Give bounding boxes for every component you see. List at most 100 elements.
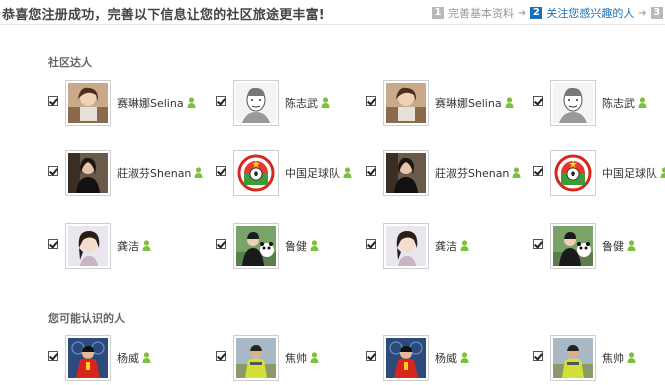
user-name[interactable]: 莊淑芬Shenan — [117, 167, 191, 180]
follow-checkbox[interactable] — [366, 351, 376, 361]
follow-checkbox[interactable] — [366, 239, 376, 249]
user-name[interactable]: 中国足球队 — [602, 167, 657, 180]
person-icon — [194, 167, 203, 181]
user-name[interactable]: 焦帅 — [285, 352, 307, 365]
user-name[interactable]: 莊淑芬Shenan — [435, 167, 509, 180]
user-card: 陈志武 — [216, 80, 376, 126]
follow-checkbox[interactable] — [216, 96, 226, 106]
avatar[interactable] — [65, 223, 111, 269]
user-name[interactable]: 赛琳娜Selina — [117, 97, 184, 110]
user-name-link[interactable]: 莊淑芬Shenan — [435, 165, 521, 181]
user-name-link[interactable]: 焦帅 — [602, 350, 636, 366]
user-card: 杨威 — [366, 335, 526, 381]
person-icon — [627, 240, 636, 254]
avatar[interactable] — [65, 335, 111, 381]
user-name-link[interactable]: 中国足球队 — [285, 165, 352, 181]
person-icon — [187, 97, 196, 111]
user-name[interactable]: 杨威 — [435, 352, 457, 365]
user-name-link[interactable]: 龚洁 — [117, 238, 151, 254]
person-icon — [505, 97, 514, 111]
person-icon — [460, 352, 469, 366]
user-name[interactable]: 赛琳娜Selina — [435, 97, 502, 110]
user-card: 龚洁 — [48, 223, 208, 269]
step-3-number: 3 — [650, 7, 663, 19]
user-name-link[interactable]: 龚洁 — [435, 238, 469, 254]
avatar[interactable] — [550, 335, 596, 381]
user-name-link[interactable]: 赛琳娜Selina — [435, 95, 514, 111]
avatar[interactable] — [383, 335, 429, 381]
user-card: 赛琳娜Selina — [48, 80, 208, 126]
avatar[interactable] — [383, 150, 429, 196]
user-name-link[interactable]: 杨威 — [117, 350, 151, 366]
user-card: 莊淑芬Shenan — [48, 150, 208, 196]
follow-checkbox[interactable] — [216, 351, 226, 361]
user-name[interactable]: 中国足球队 — [285, 167, 340, 180]
step-2-number: 2 — [530, 7, 543, 19]
user-name[interactable]: 龚洁 — [117, 240, 139, 253]
section-title: 您可能认识的人 — [48, 312, 125, 325]
user-name-link[interactable]: 赛琳娜Selina — [117, 95, 196, 111]
follow-checkbox[interactable] — [533, 166, 543, 176]
user-card: 鲁健 — [533, 223, 665, 269]
follow-checkbox[interactable] — [533, 351, 543, 361]
avatar[interactable] — [550, 80, 596, 126]
follow-checkbox[interactable] — [533, 239, 543, 249]
avatar[interactable] — [65, 80, 111, 126]
user-name-link[interactable]: 中国足球队 — [602, 165, 665, 181]
user-name[interactable]: 杨威 — [117, 352, 139, 365]
avatar[interactable] — [383, 223, 429, 269]
person-icon — [627, 352, 636, 366]
user-name-link[interactable]: 莊淑芬Shenan — [117, 165, 203, 181]
follow-checkbox[interactable] — [48, 166, 58, 176]
user-name-link[interactable]: 陈志武 — [602, 95, 647, 111]
step-1-number: 1 — [432, 7, 444, 19]
user-card: 中国足球队 — [216, 150, 376, 196]
person-icon — [321, 97, 330, 111]
avatar[interactable] — [233, 223, 279, 269]
person-icon — [310, 240, 319, 254]
follow-checkbox[interactable] — [533, 96, 543, 106]
user-name[interactable]: 鲁健 — [285, 240, 307, 253]
user-name[interactable]: 焦帅 — [602, 352, 624, 365]
progress-steps: 1 完善基本资料 ➜ 2 关注您感兴趣的人 ➜ 3 关 — [432, 5, 665, 21]
person-icon — [460, 240, 469, 254]
user-name-link[interactable]: 杨威 — [435, 350, 469, 366]
step-1-label: 完善基本资料 — [448, 7, 514, 20]
follow-checkbox[interactable] — [216, 166, 226, 176]
user-card: 杨威 — [48, 335, 208, 381]
section-title: 社区达人 — [48, 56, 92, 69]
follow-checkbox[interactable] — [366, 96, 376, 106]
avatar[interactable] — [550, 223, 596, 269]
avatar[interactable] — [233, 150, 279, 196]
avatar[interactable] — [233, 80, 279, 126]
page-title: 恭喜您注册成功，完善以下信息让您的社区旅途更丰富! — [2, 8, 325, 23]
user-name-link[interactable]: 陈志武 — [285, 95, 330, 111]
user-name-link[interactable]: 鲁健 — [285, 238, 319, 254]
user-name[interactable]: 陈志武 — [602, 97, 635, 110]
page-header: 恭喜您注册成功，完善以下信息让您的社区旅途更丰富! 1 完善基本资料 ➜ 2 关… — [0, 0, 665, 26]
user-name[interactable]: 陈志武 — [285, 97, 318, 110]
follow-checkbox[interactable] — [48, 351, 58, 361]
follow-checkbox[interactable] — [216, 239, 226, 249]
user-card: 陈志武 — [533, 80, 665, 126]
step-1: 1 完善基本资料 — [432, 5, 514, 21]
user-name[interactable]: 龚洁 — [435, 240, 457, 253]
follow-checkbox[interactable] — [48, 96, 58, 106]
person-icon — [310, 352, 319, 366]
follow-checkbox[interactable] — [48, 239, 58, 249]
step-arrow-icon: ➜ — [518, 7, 527, 19]
user-name[interactable]: 鲁健 — [602, 240, 624, 253]
user-name-link[interactable]: 鲁健 — [602, 238, 636, 254]
avatar[interactable] — [233, 335, 279, 381]
follow-checkbox[interactable] — [366, 166, 376, 176]
avatar[interactable] — [383, 80, 429, 126]
user-card: 焦帅 — [216, 335, 376, 381]
user-card: 龚洁 — [366, 223, 526, 269]
avatar[interactable] — [65, 150, 111, 196]
user-name-link[interactable]: 焦帅 — [285, 350, 319, 366]
person-icon — [638, 97, 647, 111]
step-arrow-icon: ➜ — [638, 7, 647, 19]
step-2-label: 关注您感兴趣的人 — [546, 7, 635, 20]
person-icon — [512, 167, 521, 181]
avatar[interactable] — [550, 150, 596, 196]
